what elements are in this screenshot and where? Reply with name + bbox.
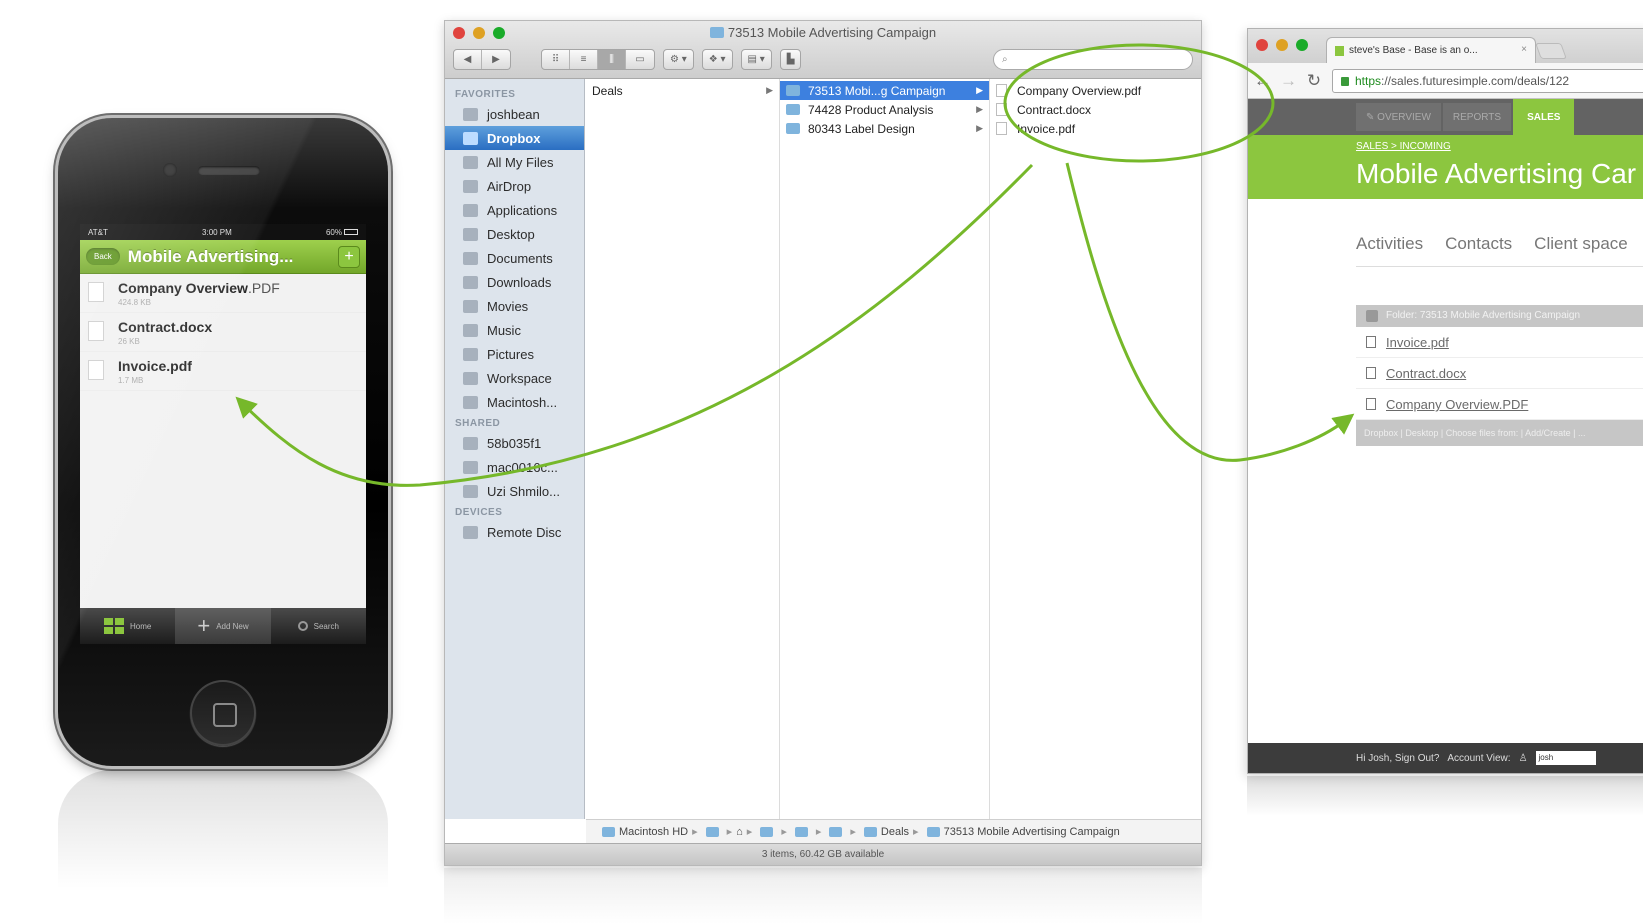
arrow-to-browser — [1065, 162, 1355, 462]
arrow-to-phone — [235, 163, 1034, 487]
sync-annotations — [235, 43, 1355, 487]
highlight-ellipse — [1003, 43, 1275, 163]
